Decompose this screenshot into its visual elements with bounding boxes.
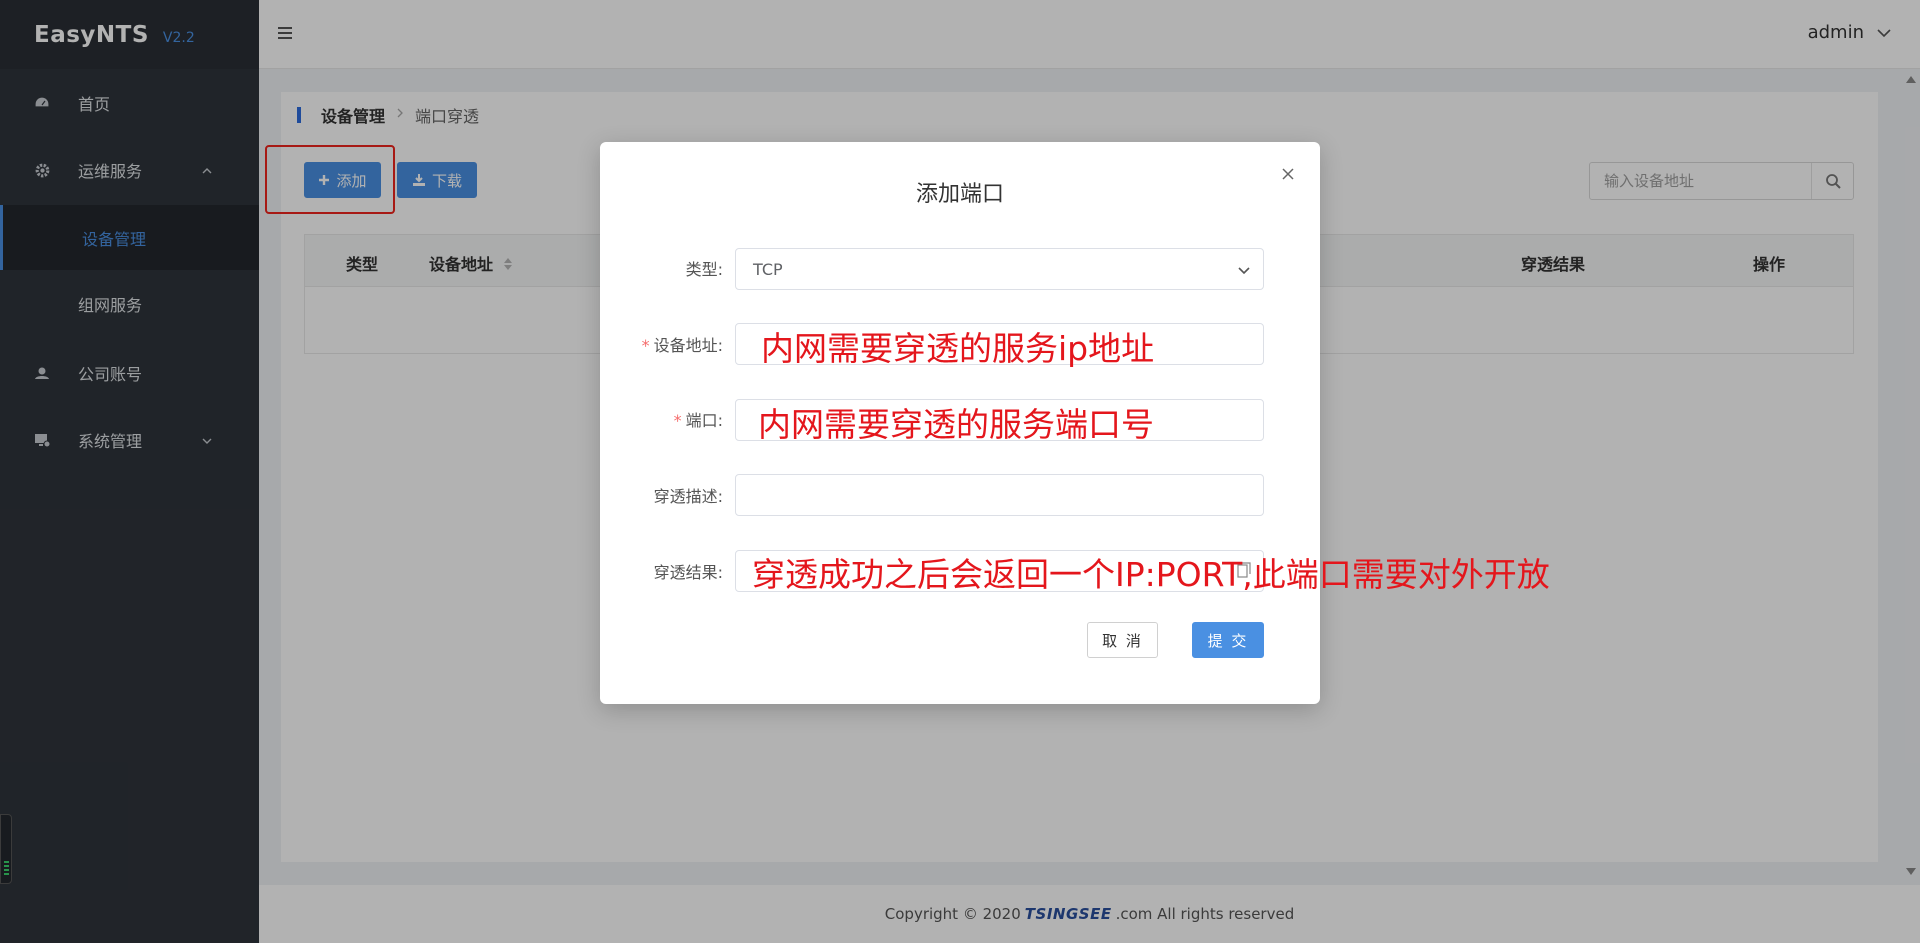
address-label: * 设备地址:: [641, 336, 723, 355]
submit-button[interactable]: 提 交: [1192, 622, 1264, 658]
result-label-text: 穿透结果:: [653, 563, 723, 582]
port-label: * 端口:: [673, 411, 723, 430]
device-address-field[interactable]: [735, 323, 1264, 365]
type-select[interactable]: TCP: [735, 248, 1264, 290]
copy-icon[interactable]: [1237, 562, 1253, 580]
address-label-text: 设备地址:: [653, 336, 723, 355]
result-input[interactable]: [736, 551, 1263, 591]
port-input[interactable]: [736, 400, 1263, 440]
port-field[interactable]: [735, 399, 1264, 441]
result-field[interactable]: [735, 550, 1264, 592]
port-label-text: 端口:: [685, 411, 723, 430]
device-address-input[interactable]: [736, 324, 1263, 364]
desc-label: 穿透描述:: [578, 483, 723, 507]
desc-label-text: 穿透描述:: [653, 487, 723, 506]
add-port-dialog: 添加端口 类型: TCP * 设备地址: * 端口: 穿透描述: 穿透结果: 取…: [600, 142, 1320, 704]
chevron-down-icon: [1237, 262, 1251, 276]
cancel-button[interactable]: 取 消: [1087, 622, 1158, 658]
description-input[interactable]: [736, 475, 1263, 515]
type-label: 类型:: [578, 256, 723, 280]
dialog-title: 添加端口: [915, 182, 1004, 207]
result-label: 穿透结果:: [578, 559, 723, 583]
type-select-value: TCP: [753, 260, 783, 279]
type-label-text: 类型:: [685, 260, 723, 279]
close-icon[interactable]: [1280, 166, 1298, 184]
description-field[interactable]: [735, 474, 1264, 516]
